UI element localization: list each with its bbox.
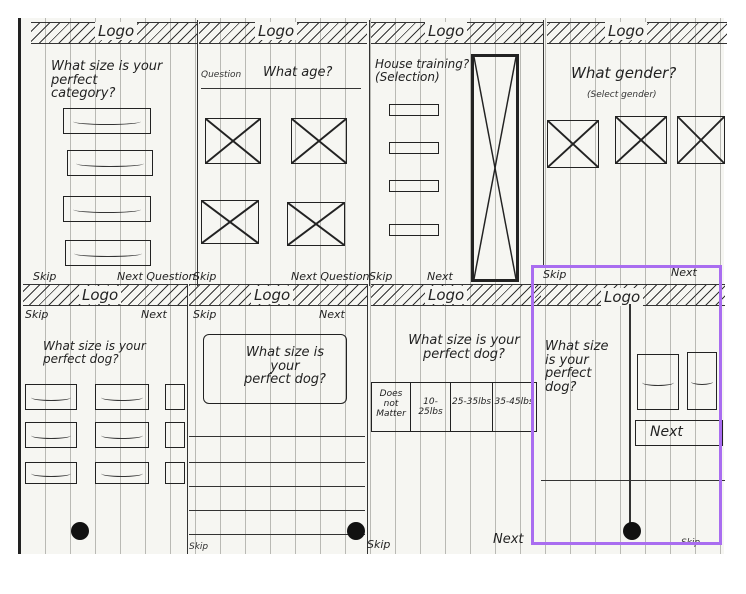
image-placeholder[interactable] (291, 118, 347, 164)
list-line (189, 436, 365, 437)
size-option-row: Does not Matter 10-25lbs 25-35lbs 35-45l… (371, 382, 537, 432)
fold-line (541, 480, 725, 481)
list-line (189, 510, 365, 511)
option-box[interactable] (63, 196, 151, 222)
panel-divider (197, 20, 198, 286)
logo: Logo (95, 22, 138, 40)
next-button[interactable]: Next (635, 420, 723, 446)
option-box[interactable] (687, 352, 717, 410)
image-placeholder[interactable] (287, 202, 345, 246)
question-text: What gender? (571, 64, 677, 82)
image-placeholder[interactable] (201, 200, 259, 244)
skip-link[interactable]: Skip (33, 270, 56, 283)
panel-divider (187, 284, 188, 554)
skip-link[interactable]: Skip (369, 270, 392, 283)
option-box[interactable] (389, 224, 439, 236)
option-box[interactable] (95, 384, 149, 410)
skip-link[interactable]: Skip (25, 308, 48, 321)
list-line (189, 462, 365, 463)
question-text: What size is your perfect dog? (545, 339, 609, 395)
next-link[interactable]: Next (427, 270, 453, 283)
sketch-sheet: Logo Logo Logo Logo What size is your pe… (18, 18, 727, 554)
size-option[interactable]: 35-45lbs (492, 383, 535, 431)
skip-link[interactable]: Skip (543, 268, 566, 281)
logo: Logo (601, 288, 644, 306)
option-box[interactable] (389, 142, 439, 154)
logo: Logo (79, 286, 122, 304)
question-text: House training? (Selection) (375, 57, 470, 84)
home-button-dot (347, 522, 365, 540)
option-box[interactable] (95, 462, 149, 484)
skip-link[interactable]: Skip (193, 270, 216, 283)
skip-link[interactable]: Skip (193, 308, 216, 321)
panel-split-line (629, 304, 631, 530)
option-box[interactable] (389, 180, 439, 192)
panel-divider (543, 20, 544, 266)
size-option[interactable]: 10-25lbs (410, 383, 450, 431)
logo: Logo (605, 22, 648, 40)
footer-skip[interactable]: Skip (189, 542, 208, 552)
size-option[interactable]: Does not Matter (372, 383, 410, 431)
list-line (189, 486, 365, 487)
question-text: What size is your perfect dog? (43, 339, 146, 366)
image-placeholder[interactable] (615, 116, 667, 164)
question-text: What size is your perfect dog? (244, 345, 326, 388)
list-line (189, 534, 365, 535)
option-box[interactable] (25, 384, 77, 410)
panel-divider (369, 20, 370, 286)
question-text: What size is your perfect category? (51, 59, 163, 102)
logo: Logo (255, 22, 298, 40)
option-box[interactable] (165, 422, 185, 448)
home-button-dot (623, 522, 641, 540)
next-link[interactable]: Next (141, 308, 167, 321)
question-label: Question (201, 70, 242, 80)
option-box[interactable] (165, 384, 185, 410)
next-question-link[interactable]: Next Question (291, 270, 370, 283)
logo: Logo (425, 22, 468, 40)
next-link[interactable]: Next (493, 532, 524, 547)
option-box[interactable] (637, 354, 679, 410)
logo: Logo (251, 286, 294, 304)
option-box[interactable] (389, 104, 439, 116)
next-link[interactable]: Next (671, 266, 697, 279)
option-box[interactable] (63, 108, 151, 134)
option-box[interactable] (65, 240, 151, 266)
question-text: What age? (263, 65, 333, 80)
next-question-link[interactable]: Next Question (117, 270, 196, 283)
option-box[interactable] (25, 462, 77, 484)
option-box[interactable] (25, 422, 77, 448)
image-placeholder[interactable] (547, 120, 599, 168)
footer-skip[interactable]: Skip (681, 538, 700, 548)
skip-link[interactable]: Skip (367, 538, 390, 551)
option-box[interactable] (165, 462, 185, 484)
question-underline (201, 88, 361, 89)
question-sub: (Select gender) (587, 90, 657, 100)
image-placeholder[interactable] (205, 118, 261, 164)
option-box[interactable] (67, 150, 153, 176)
question-text: What size is your perfect dog? (408, 333, 520, 362)
panel-divider (367, 284, 368, 554)
image-placeholder-tall (471, 54, 519, 282)
next-link[interactable]: Next (319, 308, 345, 321)
image-placeholder[interactable] (677, 116, 725, 164)
next-button-label: Next (650, 424, 683, 440)
logo: Logo (425, 286, 468, 304)
home-button-dot (71, 522, 89, 540)
option-box[interactable] (95, 422, 149, 448)
size-option[interactable]: 25-35lbs (450, 383, 492, 431)
